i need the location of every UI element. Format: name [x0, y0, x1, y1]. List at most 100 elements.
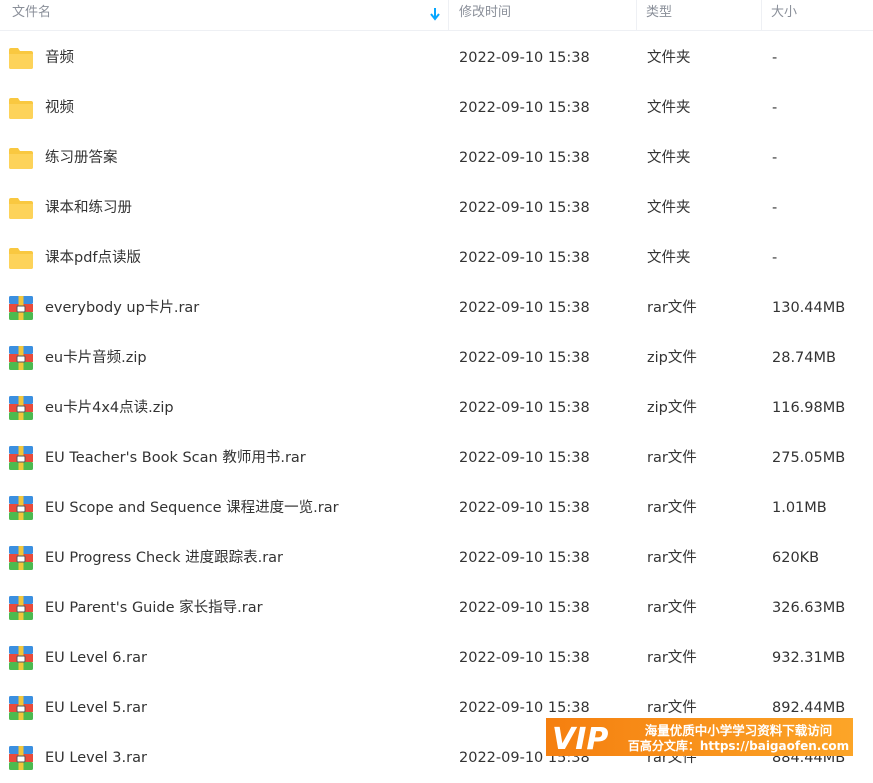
folder-icon — [8, 95, 34, 121]
file-type: rar文件 — [647, 450, 697, 466]
column-header-name[interactable]: 文件名 — [12, 0, 448, 30]
column-divider[interactable] — [761, 0, 762, 30]
file-name[interactable]: 课本pdf点读版 — [45, 233, 141, 283]
archive-icon — [8, 695, 34, 721]
column-header-size[interactable]: 大小 — [771, 0, 797, 30]
file-name[interactable]: eu卡片音频.zip — [45, 333, 147, 383]
file-row[interactable]: eu卡片音频.zip 2022-09-10 15:38 zip文件 28.74MB — [0, 333, 873, 383]
file-name[interactable]: 音频 — [45, 33, 74, 83]
archive-icon — [8, 745, 34, 771]
file-type: 文件夹 — [647, 150, 691, 166]
file-row[interactable]: EU Scope and Sequence 课程进度一览.rar 2022-09-… — [0, 483, 873, 533]
file-name[interactable]: EU Level 3.rar — [45, 733, 147, 783]
archive-icon — [8, 345, 34, 371]
file-row[interactable]: everybody up卡片.rar 2022-09-10 15:38 rar文件 1… — [0, 283, 873, 333]
folder-icon — [8, 145, 34, 171]
file-size: 620KB — [772, 550, 820, 566]
vip-watermark-banner: VIP 海量优质中小学学习资料下载访问 百高分文库：https://baigao… — [546, 718, 853, 756]
file-type: 文件夹 — [647, 250, 691, 266]
column-header-type[interactable]: 类型 — [646, 0, 672, 30]
file-modified-date: 2022-09-10 15:38 — [459, 100, 590, 116]
file-type: 文件夹 — [647, 200, 691, 216]
file-name[interactable]: 课本和练习册 — [45, 183, 132, 233]
column-header-type-label: 类型 — [646, 5, 673, 20]
file-type: zip文件 — [647, 400, 697, 416]
file-size: 1.01MB — [772, 500, 827, 516]
file-row[interactable]: 音频 2022-09-10 15:38 文件夹 - — [0, 33, 873, 83]
file-size: - — [772, 50, 778, 66]
file-size: 326.63MB — [772, 600, 846, 616]
file-name[interactable]: EU Level 6.rar — [45, 633, 147, 683]
file-row[interactable]: EU Parent's Guide 家长指导.rar 2022-09-10 15:… — [0, 583, 873, 633]
file-name[interactable]: EU Level 5.rar — [45, 683, 147, 733]
column-divider[interactable] — [636, 0, 637, 30]
archive-icon — [8, 445, 34, 471]
file-row[interactable]: eu卡片4x4点读.zip 2022-09-10 15:38 zip文件 116.98… — [0, 383, 873, 433]
file-name[interactable]: eu卡片4x4点读.zip — [45, 383, 174, 433]
sort-descending-icon[interactable] — [429, 6, 441, 22]
file-modified-date: 2022-09-10 15:38 — [459, 300, 590, 316]
file-name[interactable]: 练习册答案 — [45, 133, 118, 183]
column-divider[interactable] — [448, 0, 449, 30]
file-name[interactable]: everybody up卡片.rar — [45, 283, 199, 333]
folder-icon — [8, 245, 34, 271]
column-header-size-label: 大小 — [771, 5, 798, 20]
file-modified-date: 2022-09-10 15:38 — [459, 350, 590, 366]
file-modified-date: 2022-09-10 15:38 — [459, 400, 590, 416]
file-modified-date: 2022-09-10 15:38 — [459, 250, 590, 266]
svg-text:VIP: VIP — [552, 722, 608, 756]
archive-icon — [8, 495, 34, 521]
file-row[interactable]: 练习册答案 2022-09-10 15:38 文件夹 - — [0, 133, 873, 183]
file-type: 文件夹 — [647, 100, 691, 116]
archive-icon — [8, 295, 34, 321]
file-type: rar文件 — [647, 650, 697, 666]
file-size: 275.05MB — [772, 450, 846, 466]
file-name[interactable]: EU Scope and Sequence 课程进度一览.rar — [45, 483, 339, 533]
file-name[interactable]: EU Teacher's Book Scan 教师用书.rar — [45, 433, 306, 483]
file-row[interactable]: 课本和练习册 2022-09-10 15:38 文件夹 - — [0, 183, 873, 233]
archive-icon — [8, 395, 34, 421]
file-size: - — [772, 250, 778, 266]
file-list-header: 文件名 修改时间 类型 大小 — [0, 0, 873, 31]
folder-icon — [8, 195, 34, 221]
file-name[interactable]: 视频 — [45, 83, 74, 133]
file-size: 28.74MB — [772, 350, 836, 366]
file-row[interactable]: 课本pdf点读版 2022-09-10 15:38 文件夹 - — [0, 233, 873, 283]
file-size: - — [772, 200, 778, 216]
folder-icon — [8, 45, 34, 71]
file-size: - — [772, 100, 778, 116]
file-row[interactable]: EU Progress Check 进度跟踪表.rar 2022-09-10 15… — [0, 533, 873, 583]
file-size: 116.98MB — [772, 400, 846, 416]
file-type: rar文件 — [647, 500, 697, 516]
watermark-line-2: 百高分文库：https://baigaofen.com — [627, 739, 850, 753]
file-modified-date: 2022-09-10 15:38 — [459, 50, 590, 66]
file-name[interactable]: EU Parent's Guide 家长指导.rar — [45, 583, 263, 633]
file-row[interactable]: EU Teacher's Book Scan 教师用书.rar 2022-09-1… — [0, 433, 873, 483]
archive-icon — [8, 595, 34, 621]
column-header-name-label: 文件名 — [12, 5, 52, 20]
file-row[interactable]: 视频 2022-09-10 15:38 文件夹 - — [0, 83, 873, 133]
file-row[interactable]: EU Level 6.rar 2022-09-10 15:38 rar文件 932.3… — [0, 633, 873, 683]
column-header-date[interactable]: 修改时间 — [459, 0, 511, 30]
file-type: rar文件 — [647, 550, 697, 566]
column-header-date-label: 修改时间 — [459, 5, 512, 20]
file-size: 130.44MB — [772, 300, 846, 316]
file-type: rar文件 — [647, 300, 697, 316]
file-modified-date: 2022-09-10 15:38 — [459, 500, 590, 516]
file-type: rar文件 — [647, 600, 697, 616]
file-modified-date: 2022-09-10 15:38 — [459, 450, 590, 466]
file-size: - — [772, 150, 778, 166]
file-type: 文件夹 — [647, 50, 691, 66]
file-list: 音频 2022-09-10 15:38 文件夹 - 视频 2022-09-10 15:38… — [0, 33, 873, 783]
file-modified-date: 2022-09-10 15:38 — [459, 150, 590, 166]
file-modified-date: 2022-09-10 15:38 — [459, 200, 590, 216]
file-size: 932.31MB — [772, 650, 846, 666]
file-modified-date: 2022-09-10 15:38 — [459, 600, 590, 616]
file-modified-date: 2022-09-10 15:38 — [459, 550, 590, 566]
file-modified-date: 2022-09-10 15:38 — [459, 650, 590, 666]
archive-icon — [8, 545, 34, 571]
file-name[interactable]: EU Progress Check 进度跟踪表.rar — [45, 533, 283, 583]
vip-logo: VIP — [552, 722, 608, 756]
archive-icon — [8, 645, 34, 671]
file-type: zip文件 — [647, 350, 697, 366]
